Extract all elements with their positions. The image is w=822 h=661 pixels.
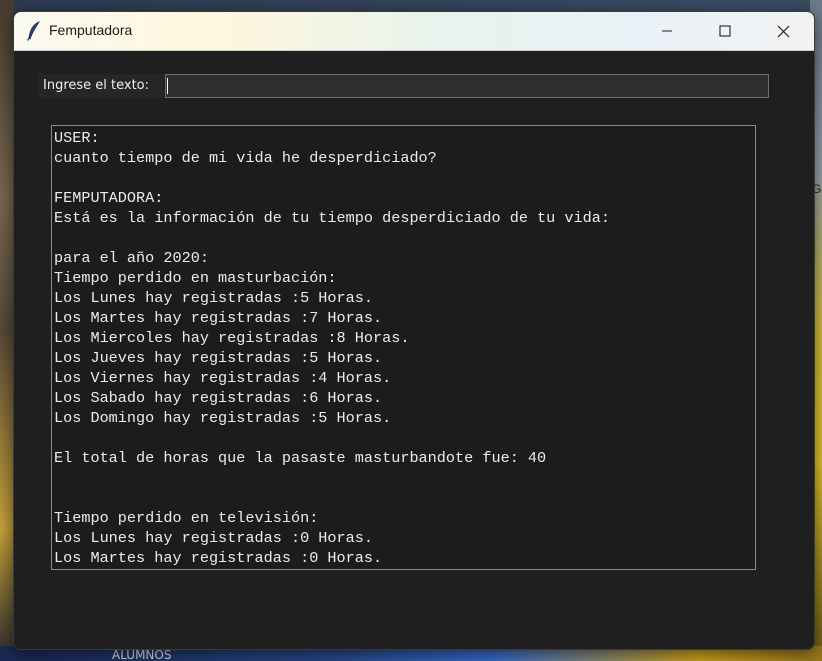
output-line: Tiempo perdido en televisión: [54,509,319,527]
output-line: Los Domingo hay registradas :5 Horas. [54,409,392,427]
desktop-background-left [0,0,14,661]
output-line: Los Jueves hay registradas :5 Horas. [54,349,383,367]
output-text-area[interactable]: USER: cuanto tiempo de mi vida he desper… [51,125,756,570]
window-title: Femputadora [49,22,133,38]
output-line: Los Martes hay registradas :0 Horas. [54,549,383,567]
text-input[interactable] [165,74,769,98]
output-line: Tiempo perdido en masturbación: [54,269,337,287]
app-window: Femputadora Ingrese el texto: USER: cuan… [13,11,815,650]
minimize-icon [662,30,672,32]
title-bar[interactable]: Femputadora [14,12,814,51]
minimize-button[interactable] [638,12,696,50]
maximize-icon [719,25,731,37]
feather-icon [26,21,41,41]
close-button[interactable] [754,12,812,50]
maximize-button[interactable] [696,12,754,50]
output-line: USER: [54,129,100,147]
output-line: cuanto tiempo de mi vida he desperdiciad… [54,149,437,167]
output-line: Los Sabado hay registradas :6 Horas. [54,389,383,407]
output-line: FEMPUTADORA: [54,189,164,207]
close-icon [777,25,789,37]
output-line: para el año 2020: [54,249,209,267]
output-line: Está es la información de tu tiempo desp… [54,209,610,227]
output-line: Los Miercoles hay registradas :8 Horas. [54,329,410,347]
input-label: Ingrese el texto: [38,74,164,98]
output-line: Los Viernes hay registradas :4 Horas. [54,369,392,387]
output-line: El total de horas que la pasaste masturb… [54,449,547,467]
text-cursor [167,78,168,94]
output-line: Los Lunes hay registradas :5 Horas. [54,289,373,307]
output-line: Los Lunes hay registradas :0 Horas. [54,529,373,547]
output-line: Los Martes hay registradas :7 Horas. [54,309,383,327]
